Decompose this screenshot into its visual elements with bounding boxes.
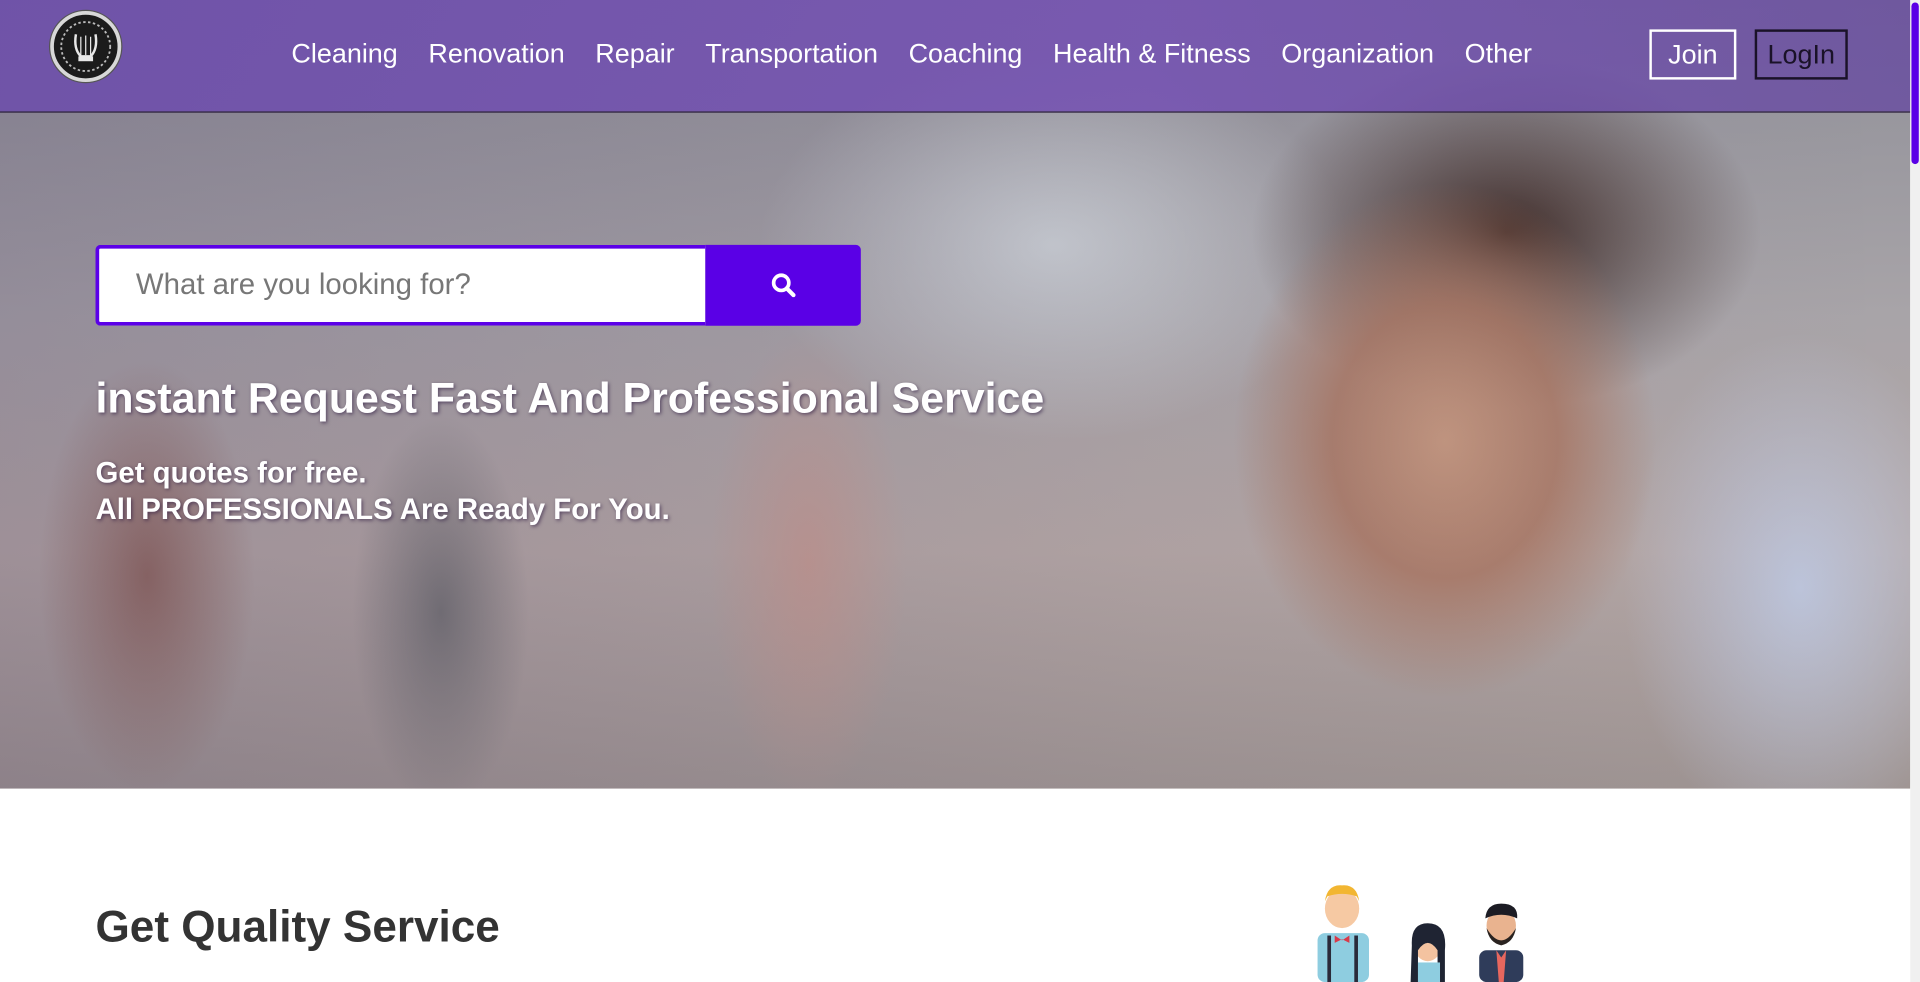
login-button[interactable]: LogIn xyxy=(1754,29,1848,80)
nav-item-other[interactable]: Other xyxy=(1465,37,1532,71)
hero-subtitle: Get quotes for free. All PROFESSIONALS A… xyxy=(96,456,670,529)
search-bar xyxy=(95,244,861,326)
nav-item-transportation[interactable]: Transportation xyxy=(705,37,878,71)
hero-subtitle-line-1: Get quotes for free. xyxy=(95,456,367,490)
page: instant Request Fast And Professional Se… xyxy=(0,0,1920,982)
team-illustration xyxy=(1286,882,1543,982)
logo[interactable] xyxy=(50,11,122,83)
hero-subtitle-line-2: All PROFESSIONALS Are Ready For You. xyxy=(95,493,670,527)
nav-item-organization[interactable]: Organization xyxy=(1281,37,1434,71)
nav-item-health-fitness[interactable]: Health & Fitness xyxy=(1053,37,1251,71)
search-input[interactable] xyxy=(95,244,706,326)
join-button[interactable]: Join xyxy=(1649,29,1737,80)
nav-item-coaching[interactable]: Coaching xyxy=(909,37,1023,71)
search-icon xyxy=(771,273,795,298)
main-nav: Cleaning Renovation Repair Transportatio… xyxy=(291,37,1562,71)
nav-item-renovation[interactable]: Renovation xyxy=(428,37,564,71)
search-button[interactable] xyxy=(705,244,861,326)
section-title: Get Quality Service xyxy=(95,901,500,952)
nav-item-cleaning[interactable]: Cleaning xyxy=(291,37,397,71)
lyre-emblem-icon xyxy=(60,21,112,72)
nav-item-repair[interactable]: Repair xyxy=(595,37,674,71)
hero-banner: instant Request Fast And Professional Se… xyxy=(0,0,1911,789)
scrollbar-thumb[interactable] xyxy=(1911,2,1919,165)
top-navigation-bar: Cleaning Renovation Repair Transportatio… xyxy=(0,0,1911,113)
hero-title: instant Request Fast And Professional Se… xyxy=(95,374,1045,423)
